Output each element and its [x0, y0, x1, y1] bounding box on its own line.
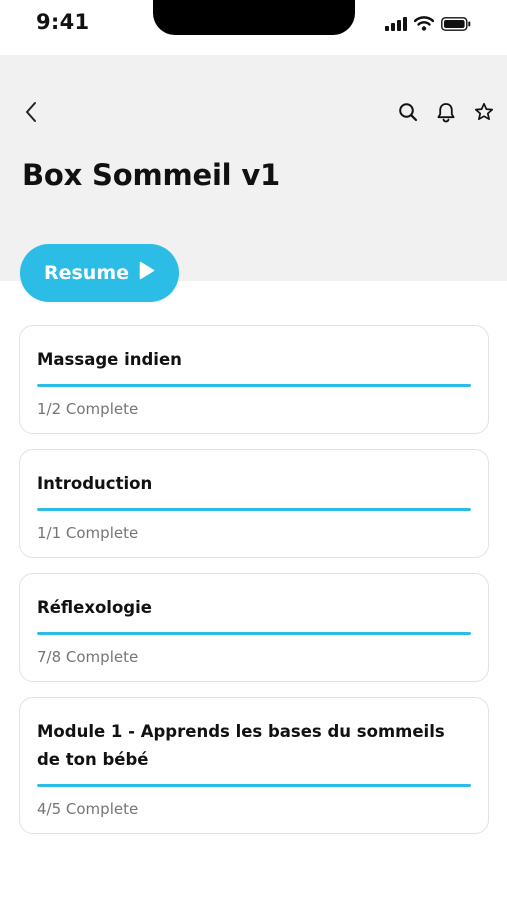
module-progress-fill: [37, 784, 471, 787]
module-card[interactable]: Module 1 - Apprends les bases du sommeil…: [19, 697, 489, 834]
status-bar: 9:41: [0, 0, 507, 55]
module-progress-fill: [37, 508, 471, 511]
bell-icon: [436, 102, 456, 127]
module-progress-bar: [37, 384, 471, 387]
battery-icon: [441, 16, 471, 31]
module-progress-text: 4/5 Complete: [37, 800, 139, 818]
module-progress-text: 1/2 Complete: [37, 400, 139, 418]
star-icon: [474, 102, 494, 126]
wifi-icon: [414, 16, 434, 31]
module-progress-fill: [37, 632, 471, 635]
page-title: Box Sommeil v1: [22, 158, 281, 192]
status-icons: [385, 16, 471, 31]
module-title: Massage indien: [37, 350, 182, 369]
module-progress-text: 7/8 Complete: [37, 648, 139, 666]
module-progress-bar: [37, 508, 471, 511]
resume-button[interactable]: Resume: [20, 244, 179, 302]
cellular-signal-icon: [385, 16, 407, 31]
module-list: Massage indien 1/2 Complete Introduction…: [19, 325, 489, 849]
module-card[interactable]: Introduction 1/1 Complete: [19, 449, 489, 558]
module-title: Réflexologie: [37, 598, 152, 617]
module-progress-text: 1/1 Complete: [37, 524, 139, 542]
module-title: Module 1 - Apprends les bases du sommeil…: [37, 722, 445, 769]
module-card[interactable]: Massage indien 1/2 Complete: [19, 325, 489, 434]
status-time: 9:41: [36, 10, 90, 34]
module-progress-bar: [37, 632, 471, 635]
resume-button-label: Resume: [43, 262, 130, 284]
module-title: Introduction: [37, 474, 153, 493]
play-icon: [139, 261, 155, 285]
search-icon: [398, 102, 418, 126]
module-progress-fill: [37, 384, 471, 387]
favorite-button[interactable]: [467, 97, 501, 131]
search-button[interactable]: [391, 97, 425, 131]
back-button[interactable]: [14, 97, 48, 131]
chevron-left-icon: [24, 101, 38, 127]
module-card[interactable]: Réflexologie 7/8 Complete: [19, 573, 489, 682]
module-progress-bar: [37, 784, 471, 787]
device-notch: [153, 0, 355, 35]
header-actions: [391, 97, 501, 131]
app-screen: 9:41 Box Sommeil v1 Resume Massage indie…: [0, 0, 507, 900]
notifications-button[interactable]: [429, 97, 463, 131]
